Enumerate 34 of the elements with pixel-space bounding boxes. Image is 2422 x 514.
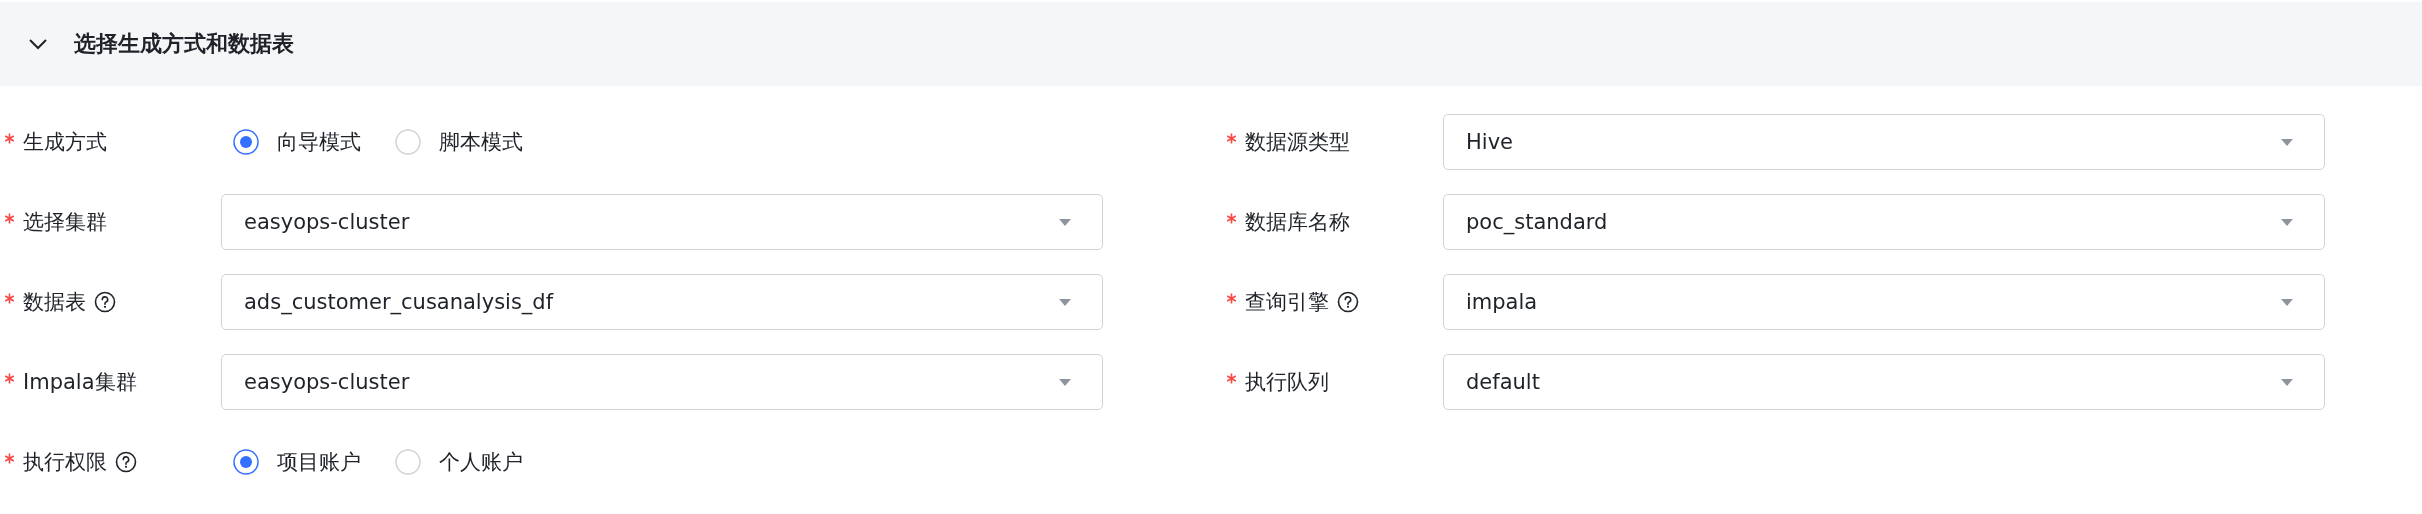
select-field[interactable]: default (1443, 354, 2325, 410)
field-label: 选择集群 (23, 209, 107, 236)
radio-label[interactable]: 项目账户 (277, 448, 361, 476)
caret-icon (1058, 217, 1072, 227)
field-label: 数据库名称 (1245, 209, 1350, 236)
radio-label[interactable]: 脚本模式 (439, 128, 523, 156)
field-label: Impala集群 (23, 369, 137, 396)
field-label: 执行权限 (23, 449, 107, 476)
caret-icon (2280, 297, 2294, 307)
select-field[interactable]: ads_customer_cusanalysis_df (221, 274, 1103, 330)
select-field[interactable]: easyops-cluster (221, 194, 1103, 250)
select-field[interactable]: poc_standard (1443, 194, 2325, 250)
caret-icon (2280, 377, 2294, 387)
select-field[interactable]: Hive (1443, 114, 2325, 170)
section-title: 选择生成方式和数据表 (74, 30, 294, 58)
field-label: 执行队列 (1245, 369, 1329, 396)
select-field[interactable]: impala (1443, 274, 2325, 330)
radio-label[interactable]: 向导模式 (277, 128, 361, 156)
section-header[interactable]: 选择生成方式和数据表 (0, 2, 2422, 86)
radio-button[interactable] (233, 449, 259, 475)
select-field[interactable]: easyops-cluster (221, 354, 1103, 410)
help-icon[interactable] (115, 451, 137, 473)
radio-label[interactable]: 个人账户 (439, 448, 523, 476)
field-label: 查询引擎 (1245, 289, 1329, 316)
help-icon[interactable] (1337, 291, 1359, 313)
field-label: 数据表 (23, 289, 86, 316)
caret-icon (1058, 297, 1072, 307)
field-label: 数据源类型 (1245, 129, 1350, 156)
field-label: 生成方式 (23, 129, 107, 156)
caret-icon (1058, 377, 1072, 387)
radio-button[interactable] (233, 129, 259, 155)
caret-icon (2280, 137, 2294, 147)
help-icon[interactable] (94, 291, 116, 313)
caret-icon (2280, 217, 2294, 227)
